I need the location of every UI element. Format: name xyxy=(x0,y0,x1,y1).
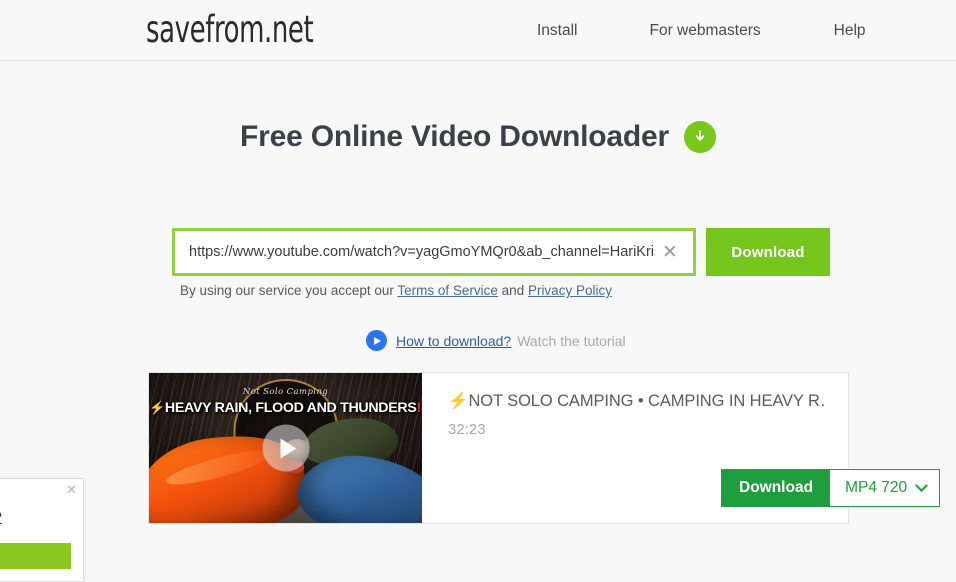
thumbnail-bolt-icon: ⚡ xyxy=(149,400,165,415)
promo-line-1: sion xyxy=(0,493,71,508)
url-input-wrapper[interactable]: ✕ xyxy=(172,228,696,276)
download-control-group: Download MP4 720 xyxy=(721,469,941,507)
result-download-button[interactable]: Download xyxy=(722,470,831,506)
privacy-policy-link[interactable]: Privacy Policy xyxy=(528,283,612,298)
video-result-info: ⚡NOT SOLO CAMPING • CAMPING IN HEAVY R… … xyxy=(422,373,941,523)
url-search-row: ✕ Download xyxy=(172,228,830,276)
video-duration: 32:23 xyxy=(448,421,486,438)
video-result-card: Not Solo Camping ⚡HEAVY RAIN, FLOOD AND … xyxy=(148,372,941,524)
download-arrow-icon xyxy=(683,121,716,153)
video-title-bolt-icon: ⚡ xyxy=(448,392,469,410)
site-logo[interactable]: savefrom.net xyxy=(146,8,314,51)
thumbnail-headline-text: HEAVY RAIN, FLOOD AND THUNDERS xyxy=(164,400,417,416)
close-icon[interactable]: ✕ xyxy=(66,483,77,496)
page-title: Free Online Video Downloader xyxy=(240,120,716,154)
video-title-text: NOT SOLO CAMPING • CAMPING IN HEAVY R… xyxy=(468,392,824,410)
format-select[interactable]: MP4 720 xyxy=(830,470,940,506)
nav-item-help[interactable]: Help xyxy=(834,22,866,40)
extension-promo-popup: ✕ sion et Helper? nstall xyxy=(0,478,84,582)
play-circle-icon[interactable] xyxy=(366,330,387,351)
main-navigation: Install For webmasters Help xyxy=(500,0,866,61)
site-header: savefrom.net Install For webmasters Help xyxy=(0,0,956,61)
nav-item-for-webmasters[interactable]: For webmasters xyxy=(650,22,761,40)
terms-conjunction: and xyxy=(497,283,528,298)
terms-notice: By using our service you accept our Term… xyxy=(180,283,612,298)
search-input[interactable] xyxy=(189,231,655,273)
nav-item-install[interactable]: Install xyxy=(537,22,578,40)
terms-prefix: By using our service you accept our xyxy=(180,283,398,298)
play-overlay-icon[interactable] xyxy=(262,424,309,472)
video-thumbnail[interactable]: Not Solo Camping ⚡HEAVY RAIN, FLOOD AND … xyxy=(149,373,422,523)
promo-install-button[interactable]: nstall xyxy=(0,543,71,569)
terms-of-service-link[interactable]: Terms of Service xyxy=(397,283,498,298)
how-to-download-link[interactable]: How to download? xyxy=(396,333,511,349)
hero-section: Free Online Video Downloader xyxy=(0,120,956,154)
promo-line-2: et Helper? xyxy=(0,510,71,526)
thumbnail-headline: ⚡HEAVY RAIN, FLOOD AND THUNDERS‼ xyxy=(149,400,422,416)
video-title: ⚡NOT SOLO CAMPING • CAMPING IN HEAVY R… xyxy=(448,392,824,411)
page-title-text: Free Online Video Downloader xyxy=(240,120,669,153)
download-button[interactable]: Download xyxy=(706,228,830,276)
tutorial-subtext: Watch the tutorial xyxy=(517,332,626,349)
chevron-down-icon xyxy=(915,478,928,492)
thumbnail-arc-text: Not Solo Camping xyxy=(242,387,329,397)
clear-input-icon[interactable]: ✕ xyxy=(659,241,681,263)
format-select-label: MP4 720 xyxy=(845,479,908,496)
tutorial-row: How to download? Watch the tutorial xyxy=(366,330,626,351)
